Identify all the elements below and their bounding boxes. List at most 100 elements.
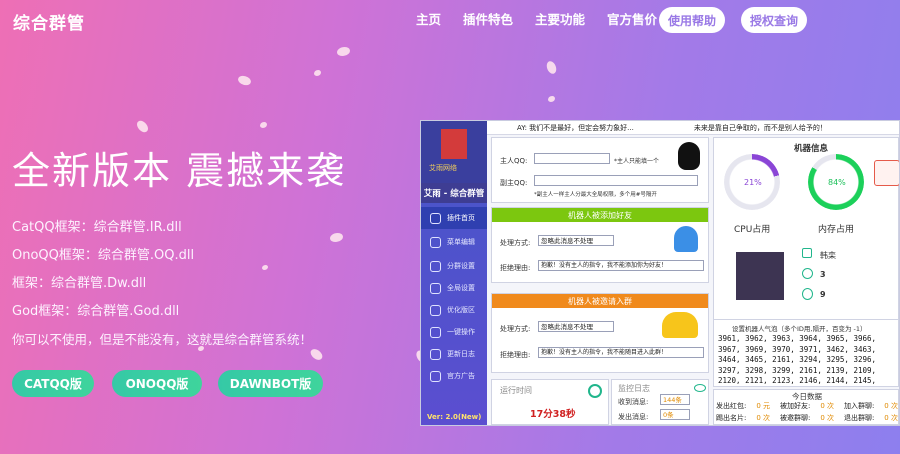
heart-icon: [430, 236, 441, 248]
monitor-label: 监控日志: [618, 384, 650, 393]
friend-bar: 机器人被添加好友: [492, 208, 708, 222]
today-cell: 0 次: [884, 414, 898, 422]
bubble-id-line: 3961, 3962, 3963, 3964, 3965, 3966,: [718, 334, 877, 343]
today-cell: 发出红包:: [716, 402, 747, 410]
petal-decoration: [314, 70, 321, 76]
petal-decoration: [337, 47, 350, 56]
help-button[interactable]: 使用帮助: [659, 7, 725, 33]
today-cell: 踢出名片:: [716, 414, 747, 422]
vice-label: 副主QQ:: [500, 179, 528, 187]
sidebar-item-one-click[interactable]: 一键操作: [421, 321, 487, 343]
sidebar-item-label: 更新日志: [447, 350, 475, 358]
bubble-panel: 设置机器人气泡（多个ID用,隔开，百变为 -1） 3961, 3962, 396…: [713, 319, 899, 387]
received-count: 144条: [660, 394, 690, 405]
sidebar-item-label: 官方广告: [447, 372, 475, 380]
framework-line: CatQQ框架：综合群管.IR.dll: [12, 220, 182, 235]
catqq-button[interactable]: CATQQ版: [12, 370, 94, 397]
robot-avatar: [736, 252, 784, 300]
top-nav: 主页 插件特色 主要功能 官方售价: [416, 11, 679, 29]
add-user-icon: [674, 226, 698, 252]
group-method-select[interactable]: 忽略此消息不处理: [538, 321, 614, 332]
friend-reject-input[interactable]: 抱歉！没有主人的指令，我不能添加你为好友！: [538, 260, 704, 271]
petal-decoration: [236, 73, 253, 88]
cart-icon[interactable]: [874, 160, 899, 186]
app-version: Ver: 2.0(New): [427, 413, 482, 421]
today-cell: 0 次: [756, 414, 771, 422]
gear-icon: [430, 326, 441, 338]
today-row: 踢出名片: 0 次 被邀群聊: 0 次 退出群聊: 0 次: [716, 413, 898, 423]
received-label: 收到消息:: [618, 398, 649, 406]
nav-features[interactable]: 插件特色: [463, 11, 513, 29]
gear-icon: [430, 282, 441, 294]
app-preview-window: 艾雨网络 艾雨 - 综合群管 插件首页 菜单编辑 分群设置 全局设置 优化版区 …: [420, 120, 900, 426]
app-brand: 艾雨网络: [421, 121, 487, 183]
onoqq-button[interactable]: ONOQQ版: [112, 370, 202, 397]
dawnbot-button[interactable]: DAWNBOT版: [218, 370, 323, 397]
today-panel: 今日数据 发出红包: 0 元 被加好友: 0 次 加入群聊: 0 次 踢出名片:…: [713, 389, 899, 425]
petal-decoration: [330, 233, 343, 242]
sidebar-item-home[interactable]: 插件首页: [421, 207, 487, 229]
penguin-outline-icon: [802, 288, 813, 300]
bubble-id-line: 2120, 2121, 2123, 2146, 2144, 2145,: [718, 376, 877, 385]
runtime-label: 运行时间: [500, 386, 532, 395]
bubble-title: 设置机器人气泡（多个ID用,隔开，百变为 -1）: [732, 325, 867, 333]
group-reject-input[interactable]: 抱歉！没有主人的指令，我不能随目进入此群！: [538, 347, 704, 358]
sidebar-item-label: 插件首页: [447, 214, 475, 222]
sidebar-item-label: 一键操作: [447, 328, 475, 336]
owner-label: 主人QQ:: [500, 157, 528, 165]
sidebar-item-menu-edit[interactable]: 菜单编辑: [421, 231, 487, 253]
nav-home[interactable]: 主页: [416, 11, 441, 29]
edit-icon: [802, 248, 812, 258]
sidebar-item-group-settings[interactable]: 分群设置: [421, 255, 487, 277]
sidebar-item-global-settings[interactable]: 全局设置: [421, 277, 487, 299]
sidebar-item-label: 菜单编辑: [447, 238, 475, 246]
sidebar-item-optimized[interactable]: 优化版区: [421, 299, 487, 321]
petal-decoration: [262, 265, 268, 270]
today-cell: 0 元: [756, 402, 771, 410]
marquee-right: 未来是靠自己争取的，而不是别人给予的！: [693, 123, 827, 132]
site-logo[interactable]: 综合群管: [13, 9, 85, 34]
memory-value: 84%: [828, 178, 846, 187]
bubble-ids[interactable]: 3961, 3962, 3963, 3964, 3965, 3966, 3967…: [718, 334, 898, 386]
group-users-icon: [662, 312, 698, 338]
license-query-button[interactable]: 授权查询: [741, 7, 807, 33]
hero-tagline: 你可以不使用，但是不能没有，这就是综合群管系统！: [12, 332, 313, 347]
method-label: 处理方式:: [500, 325, 531, 333]
bubble-id-line: 3464, 3465, 2161, 3294, 3295, 3296,: [718, 355, 877, 364]
stat-value: 3: [820, 270, 826, 279]
group-invite-panel: 机器人被邀请入群 处理方式: 忽略此消息不处理 拒绝理由: 抱歉！没有主人的指令…: [491, 293, 709, 373]
friend-method-select[interactable]: 忽略此消息不处理: [538, 235, 614, 246]
nav-functions[interactable]: 主要功能: [535, 11, 585, 29]
bubble-id-line: 3297, 3298, 3299, 2161, 2139, 2109,: [718, 365, 877, 375]
vice-qq-input[interactable]: [534, 175, 698, 186]
owner-qq-input[interactable]: [534, 153, 610, 164]
sidebar-item-label: 分群设置: [447, 262, 475, 270]
today-cell: 被加好友:: [779, 402, 811, 410]
robot-nickname: 韩栾: [820, 251, 836, 260]
sidebar-item-label: 优化版区: [447, 306, 475, 314]
framework-line: 框架：综合群管.Dw.dll: [12, 276, 147, 291]
sidebar-item-ads[interactable]: 官方广告: [421, 365, 487, 387]
memory-label: 内存占用: [818, 225, 855, 235]
monitor-panel: 监控日志 收到消息: 144条 发出消息: 0条: [611, 379, 709, 425]
robot-info-title: 机器信息: [794, 144, 829, 154]
sidebar-item-changelog[interactable]: 更新日志: [421, 343, 487, 365]
cpu-label: CPU占用: [734, 225, 771, 235]
today-cell: 0 次: [820, 414, 834, 422]
today-cell: 被邀群聊:: [779, 414, 811, 422]
vice-hint: *副主人一样主人分最大全局权限，多个用#号隔开: [534, 192, 657, 198]
heart-icon: [430, 370, 441, 382]
app-sidebar: 艾雨网络 艾雨 - 综合群管 插件首页 菜单编辑 分群设置 全局设置 优化版区 …: [421, 121, 487, 425]
petal-decoration: [308, 346, 325, 363]
bubble-id-line: 3967, 3969, 3970, 3971, 3462, 3463,: [718, 344, 877, 354]
app-title: 艾雨 - 综合群管: [421, 183, 487, 203]
reject-label: 拒绝理由:: [500, 264, 531, 272]
stat-value: 9: [820, 290, 826, 299]
nav-pricing[interactable]: 官方售价: [607, 11, 657, 29]
framework-line: God框架：综合群管.God.dll: [12, 304, 180, 319]
home-icon: [430, 212, 441, 224]
app-brand-name: 艾雨网络: [429, 164, 457, 172]
brand-logo-icon: [441, 129, 467, 159]
runtime-value: 17分38秒: [530, 409, 576, 420]
runtime-panel: 运行时间 17分38秒: [491, 379, 609, 425]
